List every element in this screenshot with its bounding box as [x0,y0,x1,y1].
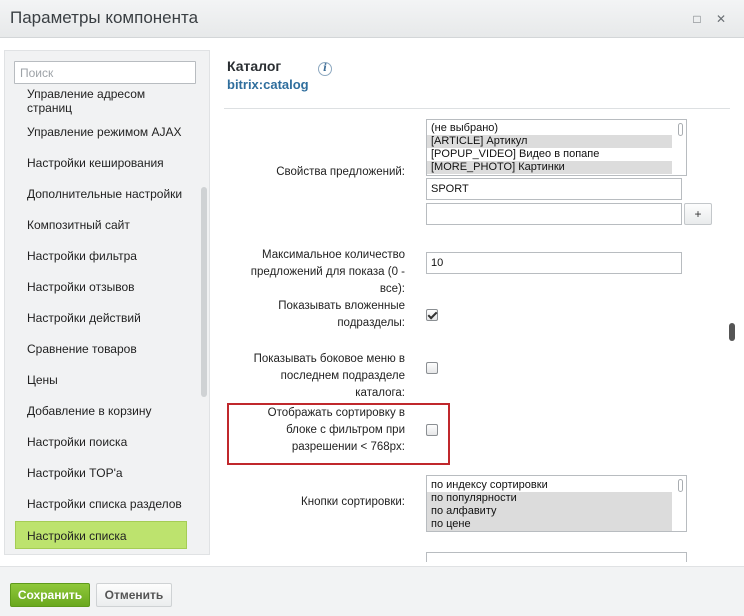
offer-prop-value-input[interactable]: SPORT [426,178,682,200]
sidebar-item-filter[interactable]: Настройки фильтра [15,242,187,270]
offer-props-label: Свойства предложений: [276,166,405,178]
show-side-menu-checkbox[interactable] [426,362,438,374]
sort-in-filter-label: Отображать сортировку в блоке с фильтром… [267,407,405,453]
sidebar-item-add-to-cart[interactable]: Добавление в корзину [15,397,187,425]
show-subsections-checkbox[interactable] [426,309,438,321]
max-count-input[interactable]: 10 [426,252,682,274]
sort-in-filter-checkbox[interactable] [426,424,438,436]
sort-buttons-label: Кнопки сортировки: [301,496,405,508]
component-code: bitrix:catalog [227,77,309,92]
add-value-button[interactable]: + [684,203,712,225]
select-option[interactable]: [POPUP_VIDEO] Видео в попапе [427,148,672,161]
component-title: Каталог [227,58,282,74]
offer-props-select[interactable]: (не выбрано) [ARTICLE] Артикул [POPUP_VI… [426,119,687,176]
sidebar-item-top[interactable]: Настройки TOP'a [15,459,187,487]
sidebar-item-cache[interactable]: Настройки кеширования [15,149,187,177]
content-scrollbar[interactable] [729,323,735,341]
cancel-button[interactable]: Отменить [96,583,172,607]
main-content: Каталог bitrix:catalog i Свойства предло… [214,50,744,562]
sort-buttons-select[interactable]: по индексу сортировки по популярности по… [426,475,687,532]
sidebar-scrollbar[interactable] [201,187,207,397]
select-option[interactable]: по популярности [427,492,672,505]
select-scrollbar[interactable] [678,123,683,136]
sidebar-item-prices[interactable]: Цены [15,366,187,394]
select-scrollbar[interactable] [678,479,683,492]
save-button[interactable]: Сохранить [10,583,90,607]
dialog-footer: Сохранить Отменить [0,566,744,616]
select-option[interactable]: по цене [427,518,672,531]
next-select-partial[interactable] [426,552,687,562]
dialog-title: Параметры компонента [10,8,199,27]
select-option[interactable]: (не выбрано) [427,122,672,135]
select-option[interactable]: [MORE_PHOTO] Картинки [427,161,672,174]
sidebar-nav: Управление адресом страниц Управление ре… [5,89,201,554]
info-icon[interactable]: i [318,62,332,76]
search-input[interactable] [14,61,196,84]
show-subsections-label: Показывать вложенные подразделы: [278,300,405,329]
header-divider [224,108,730,109]
sidebar-item-composite[interactable]: Композитный сайт [15,211,187,239]
sidebar-item-compare[interactable]: Сравнение товаров [15,335,187,363]
max-count-label: Максимальное количество предложений для … [250,249,405,295]
maximize-icon[interactable]: □ [690,12,704,26]
select-option[interactable]: по индексу сортировки [427,479,672,492]
select-option[interactable]: по алфавиту [427,505,672,518]
dialog-titlebar: Параметры компонента □ ✕ [0,0,744,38]
offer-prop-new-input[interactable] [426,203,682,225]
sidebar: Управление адресом страниц Управление ре… [4,50,210,555]
sidebar-item-list-settings[interactable]: Настройки списка [15,521,187,549]
sidebar-item-additional[interactable]: Дополнительные настройки [15,180,187,208]
sidebar-item-reviews[interactable]: Настройки отзывов [15,273,187,301]
sidebar-item-section-list[interactable]: Настройки списка разделов [15,490,187,518]
sidebar-item-ajax[interactable]: Управление режимом AJAX [15,118,187,146]
sidebar-item-url-management[interactable]: Управление адресом страниц [15,89,187,115]
close-icon[interactable]: ✕ [714,12,728,26]
select-option[interactable]: [ARTICLE] Артикул [427,135,672,148]
sidebar-item-search[interactable]: Настройки поиска [15,428,187,456]
sidebar-item-actions[interactable]: Настройки действий [15,304,187,332]
show-side-menu-label: Показывать боковое меню в последнем подр… [253,353,405,399]
